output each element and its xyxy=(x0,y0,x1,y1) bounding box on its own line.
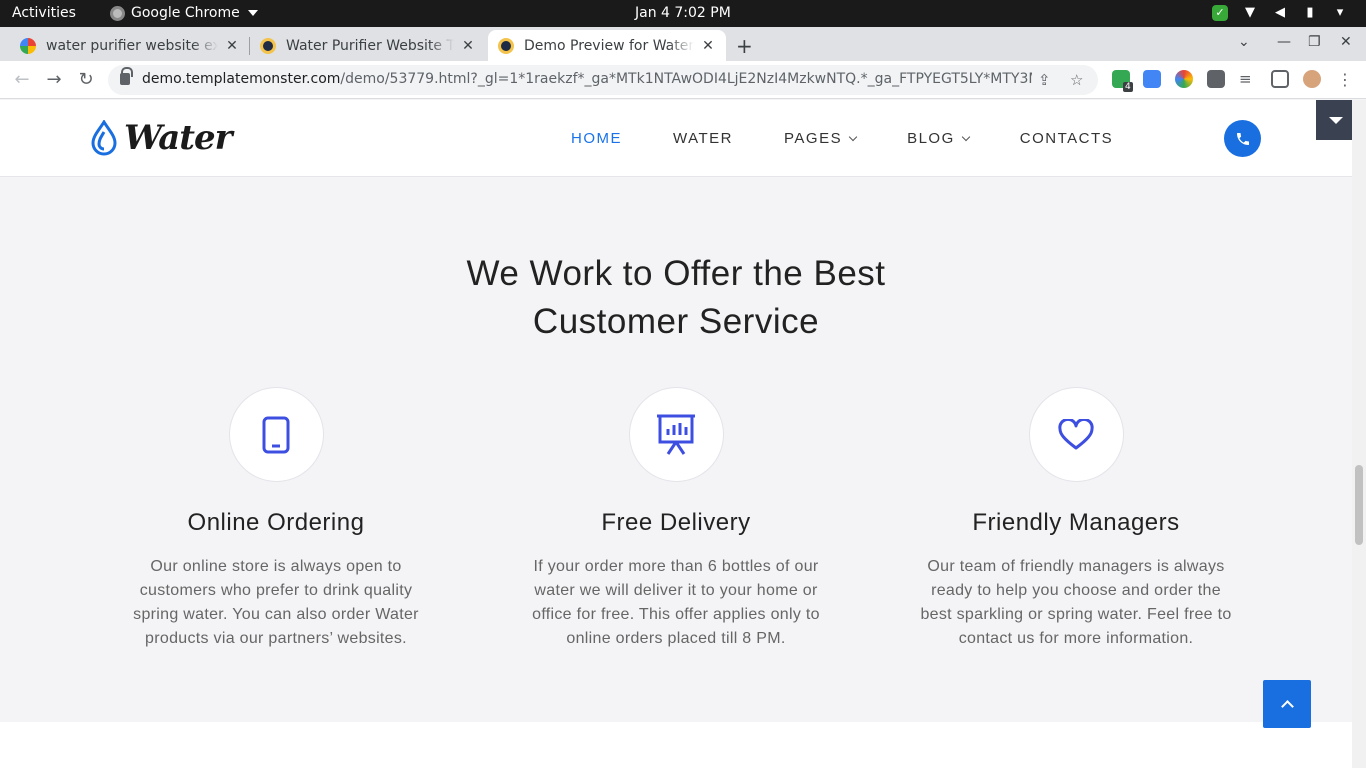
feature-title: Free Delivery xyxy=(601,509,751,536)
templatemonster-icon xyxy=(498,37,514,54)
battery-icon[interactable]: ▮ xyxy=(1302,5,1318,21)
app-menu[interactable]: Google Chrome xyxy=(110,5,258,21)
tab-water-purifier-templates[interactable]: Water Purifier Website Te ✕ xyxy=(250,30,486,61)
reload-icon[interactable]: ↻ xyxy=(75,69,97,90)
feature-text: Our team of friendly managers is always … xyxy=(920,558,1232,647)
wifi-icon[interactable]: ▼ xyxy=(1242,5,1258,21)
kebab-menu-icon[interactable]: ⋮ xyxy=(1336,70,1354,89)
site-logo[interactable]: Water xyxy=(90,118,233,158)
smartphone-icon xyxy=(262,416,290,453)
chevron-down-icon xyxy=(961,132,971,141)
bookmark-star-icon[interactable]: ☆ xyxy=(1070,71,1083,89)
nav-pages[interactable]: PAGES xyxy=(784,130,858,147)
share-icon[interactable]: ⇪ xyxy=(1038,71,1051,89)
nav-label: CONTACTS xyxy=(1019,130,1114,147)
clock[interactable]: Jan 4 7:02 PM xyxy=(635,5,731,21)
check-shield-icon[interactable]: ✓ xyxy=(1212,5,1228,21)
logo-text: Water xyxy=(124,118,233,158)
extension-badge: 4 xyxy=(1123,82,1133,92)
page-scrollbar[interactable] xyxy=(1352,100,1366,768)
feature-online-ordering: Online Ordering Our online store is alwa… xyxy=(106,387,446,651)
phone-icon xyxy=(1236,132,1249,145)
close-icon[interactable]: ✕ xyxy=(700,38,716,54)
os-top-bar: Activities Google Chrome Jan 4 7:02 PM ✓… xyxy=(0,0,1366,27)
lock-icon[interactable] xyxy=(120,67,133,85)
back-icon[interactable]: ← xyxy=(11,69,33,90)
system-tray[interactable]: ✓ ▼ ◀ ▮ ▾ xyxy=(1212,5,1348,21)
nav-home[interactable]: HOME xyxy=(571,130,622,147)
templatemonster-icon xyxy=(260,37,276,54)
new-tab-button[interactable]: + xyxy=(736,34,753,58)
next-section xyxy=(0,722,1352,768)
feature-icon-circle xyxy=(1028,387,1124,482)
address-bar[interactable]: demo.templatemonster.com/demo/53779.html… xyxy=(108,65,1098,95)
feature-title: Online Ordering xyxy=(187,509,365,536)
app-name: Google Chrome xyxy=(131,5,240,21)
power-menu-icon[interactable]: ▾ xyxy=(1332,5,1348,21)
feature-free-delivery: Free Delivery If your order more than 6 … xyxy=(506,387,846,651)
feature-icon-circle xyxy=(628,387,724,482)
phone-button[interactable] xyxy=(1224,120,1261,157)
nav-label: WATER xyxy=(673,130,733,147)
activities-button[interactable]: Activities xyxy=(12,5,76,21)
page-viewport: Water HOME WATER PAGES BLOG CONTACTS We … xyxy=(0,100,1352,768)
scroll-to-top-button[interactable] xyxy=(1263,680,1311,728)
minimize-icon[interactable]: — xyxy=(1277,34,1291,50)
feature-friendly-managers: Friendly Managers Our team of friendly m… xyxy=(906,387,1246,651)
media-queue-icon[interactable]: ≡ xyxy=(1239,70,1257,88)
google-icon xyxy=(20,37,36,54)
feature-icon-circle xyxy=(228,387,324,482)
nav-blog[interactable]: BLOG xyxy=(907,130,971,147)
profile-avatar[interactable] xyxy=(1303,70,1321,88)
caret-down-icon xyxy=(1328,116,1343,124)
url-host: demo.templatemonster.com xyxy=(142,71,341,87)
tab-search-icon[interactable]: ⌄ xyxy=(1238,34,1250,50)
side-panel-icon[interactable] xyxy=(1271,70,1289,88)
browser-toolbar: ← → ↻ demo.templatemonster.com/demo/5377… xyxy=(0,61,1366,99)
translate-icon[interactable] xyxy=(1143,70,1161,88)
nav-label: PAGES xyxy=(784,130,843,147)
main-nav: HOME WATER PAGES BLOG CONTACTS xyxy=(571,130,1164,147)
feature-title: Friendly Managers xyxy=(972,509,1180,536)
caret-down-icon xyxy=(247,10,258,16)
tab-title: Water Purifier Website Te xyxy=(286,37,454,54)
close-icon[interactable]: ✕ xyxy=(224,38,240,54)
section-title: We Work to Offer the Best Customer Servi… xyxy=(376,250,976,346)
extensions-puzzle-icon[interactable] xyxy=(1207,70,1225,88)
heart-icon xyxy=(1058,418,1094,449)
restore-icon[interactable]: ❐ xyxy=(1308,34,1321,50)
section-title-line: Customer Service xyxy=(532,302,820,341)
chevron-down-icon xyxy=(848,132,858,141)
section-title-line: We Work to Offer the Best xyxy=(466,254,886,293)
demo-panel-toggle[interactable] xyxy=(1316,100,1352,140)
site-header: Water HOME WATER PAGES BLOG CONTACTS xyxy=(0,100,1352,177)
nav-label: HOME xyxy=(571,130,622,147)
chrome-icon xyxy=(110,5,125,21)
url-path: /demo/53779.html?_gl=1*1raekzf*_ga*MTk1N… xyxy=(340,71,1032,87)
color-picker-icon[interactable] xyxy=(1175,70,1193,88)
tab-title: water purifier website exa xyxy=(46,37,218,54)
chevron-up-icon xyxy=(1280,700,1294,713)
close-window-icon[interactable]: ✕ xyxy=(1340,34,1352,50)
tab-google-search[interactable]: water purifier website exa ✕ xyxy=(10,30,250,61)
url-text[interactable]: demo.templatemonster.com/demo/53779.html… xyxy=(142,71,1032,87)
nav-contacts[interactable]: CONTACTS xyxy=(1020,130,1113,147)
tab-strip: water purifier website exa ✕ Water Purif… xyxy=(0,27,1366,61)
nav-water[interactable]: WATER xyxy=(673,130,733,147)
feature-text: If your order more than 6 bottles of our… xyxy=(532,558,820,647)
volume-icon[interactable]: ◀ xyxy=(1272,5,1288,21)
close-icon[interactable]: ✕ xyxy=(460,38,476,54)
scrollbar-thumb[interactable] xyxy=(1355,465,1363,545)
water-drop-icon xyxy=(91,120,117,156)
tab-title: Demo Preview for Water P xyxy=(524,37,694,54)
presentation-chart-icon xyxy=(657,414,695,455)
nav-label: BLOG xyxy=(907,130,955,147)
feature-text: Our online store is always open to custo… xyxy=(133,558,419,647)
tab-demo-preview[interactable]: Demo Preview for Water P ✕ xyxy=(488,30,726,61)
forward-icon[interactable]: → xyxy=(43,69,65,90)
